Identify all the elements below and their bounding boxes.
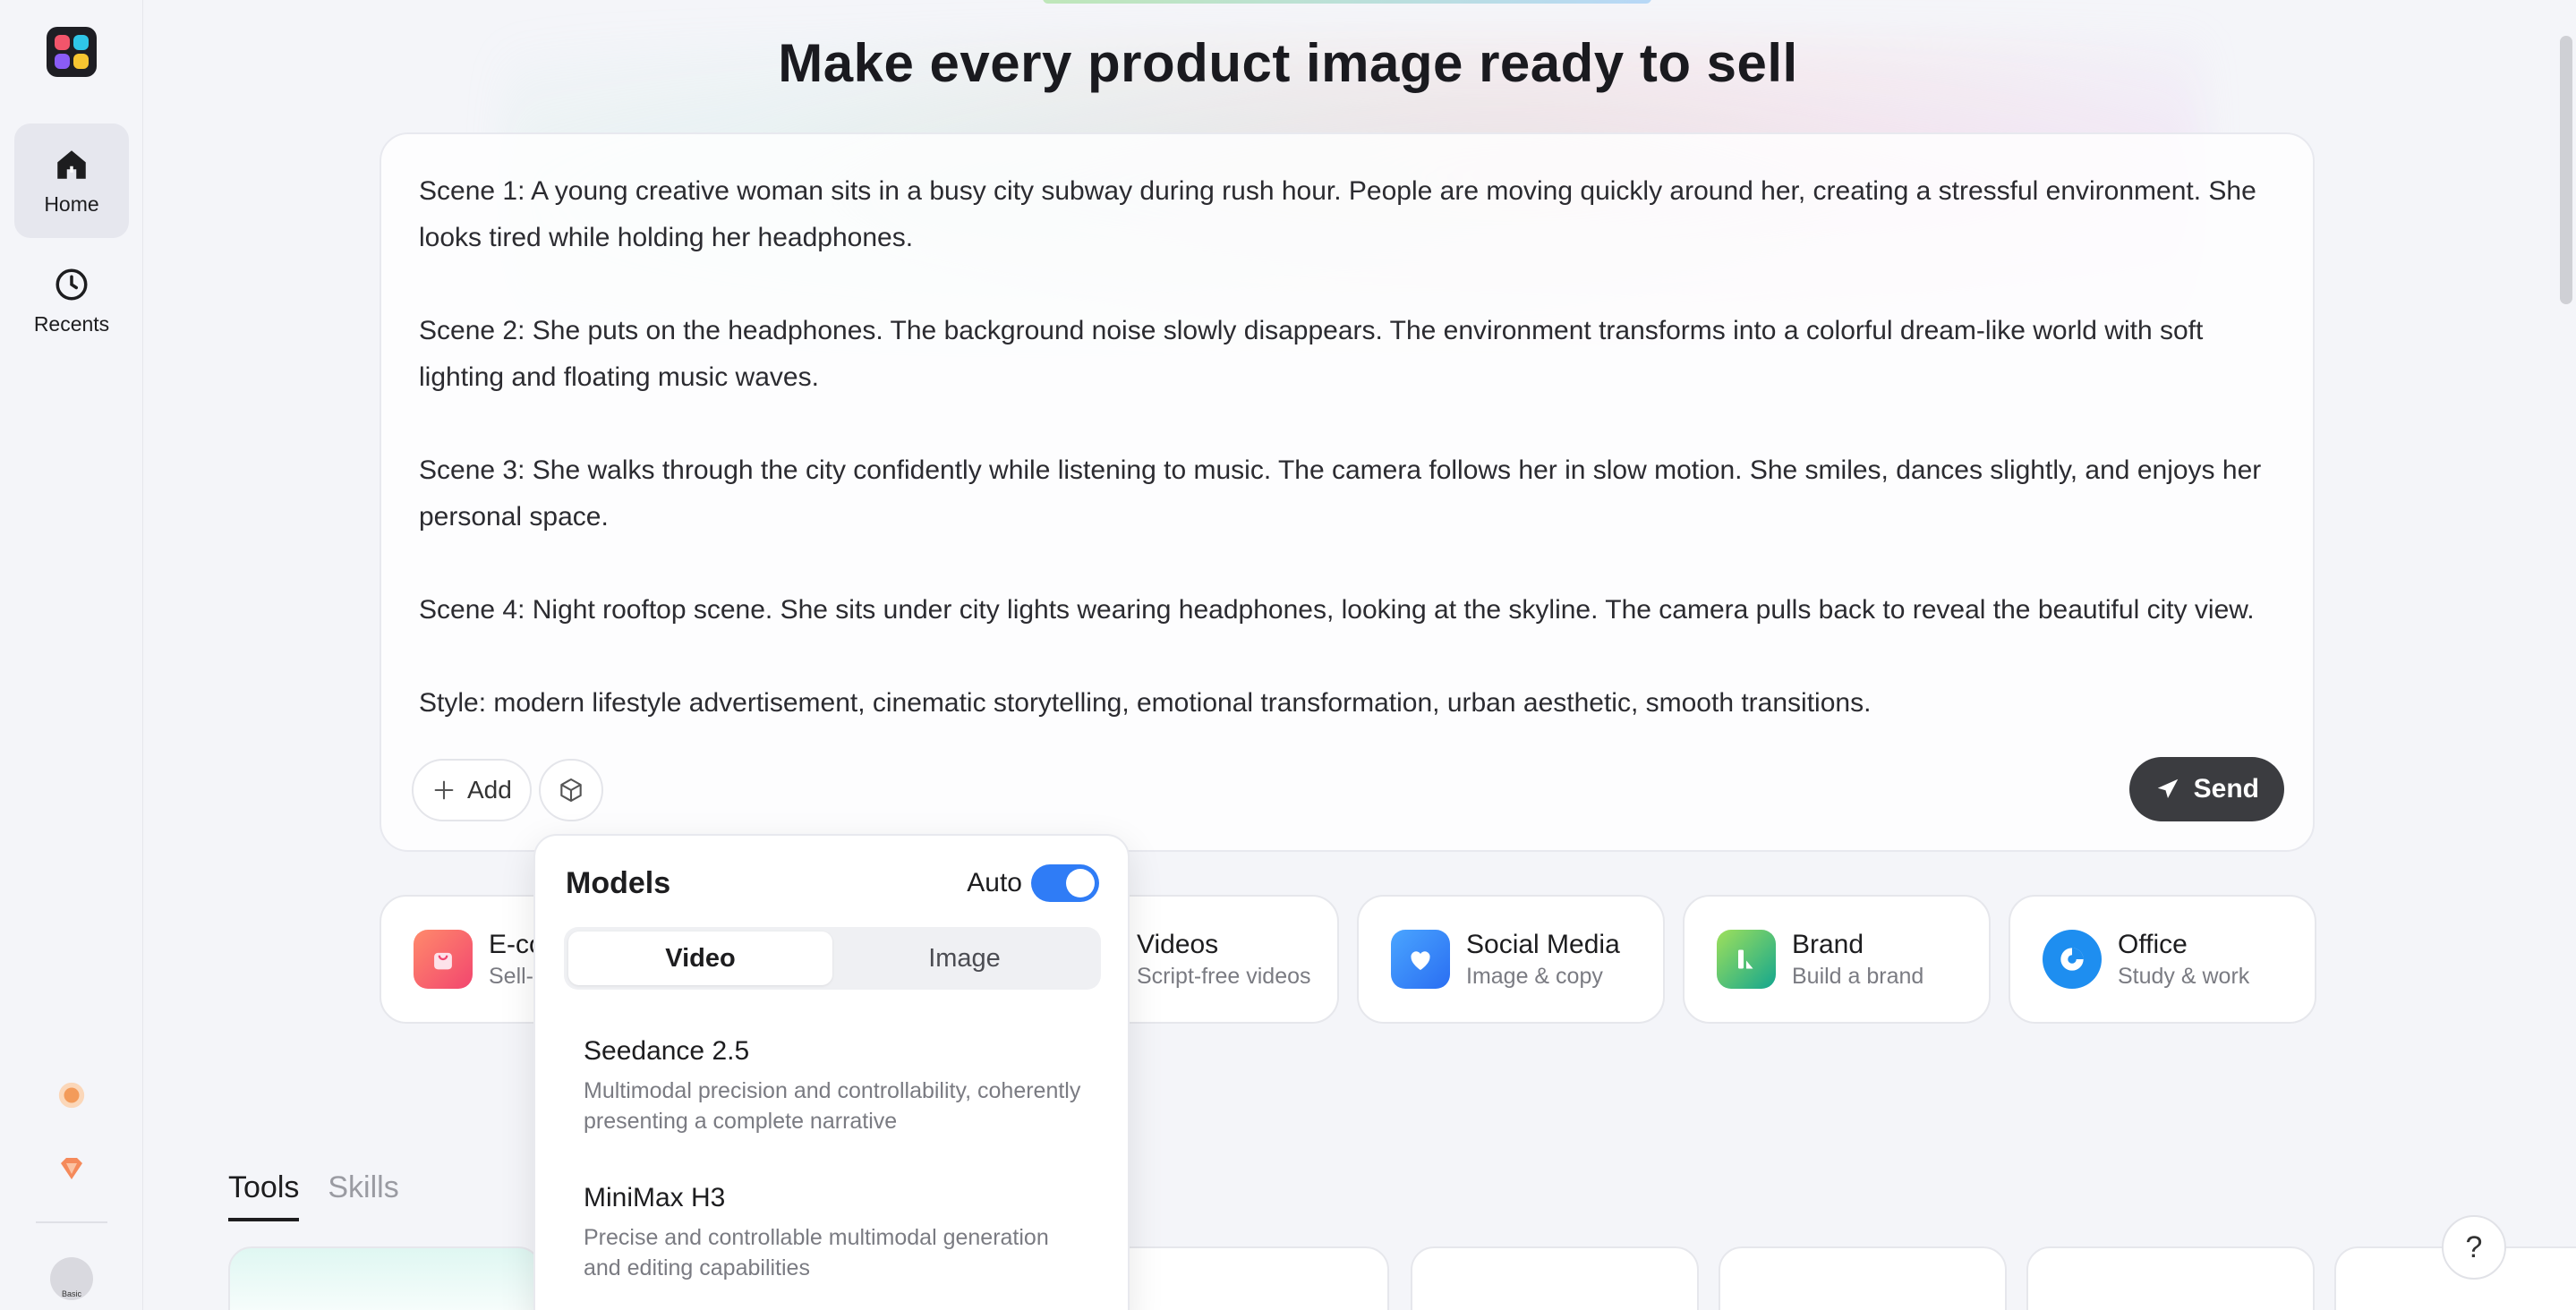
brand-icon xyxy=(1717,930,1776,989)
auto-toggle[interactable] xyxy=(1031,864,1099,902)
model-option-seedance[interactable]: Seedance 2.5 Multimodal precision and co… xyxy=(584,1036,1085,1136)
tab-skills[interactable]: Skills xyxy=(328,1170,398,1221)
prompt-card: Scene 1: A young creative woman sits in … xyxy=(380,132,2315,852)
tool-card[interactable] xyxy=(1719,1246,2007,1310)
top-banner xyxy=(1043,0,1651,4)
category-subtitle: Build a brand xyxy=(1792,963,1924,989)
avatar[interactable]: Basic xyxy=(50,1257,93,1300)
segment-video[interactable]: Video xyxy=(568,931,832,985)
models-title: Models xyxy=(566,866,671,900)
sidebar-item-home[interactable]: Home xyxy=(14,123,129,238)
shopping-bag-icon xyxy=(414,930,473,989)
model-name: MiniMax H3 xyxy=(584,1183,726,1212)
tool-card[interactable] xyxy=(1101,1246,1389,1310)
sidebar-item-recents[interactable]: Recents xyxy=(14,243,129,358)
category-subtitle: Image & copy xyxy=(1466,963,1603,989)
add-button-label: Add xyxy=(467,776,512,804)
model-description: Multimodal precision and controllability… xyxy=(584,1078,1081,1134)
home-icon xyxy=(57,149,86,179)
clock-icon xyxy=(55,268,88,300)
model-option-minimax[interactable]: MiniMax H3 Precise and controllable mult… xyxy=(584,1183,1085,1283)
media-type-segmented: Video Image xyxy=(564,927,1101,990)
models-dropdown: Models Auto Video Image Seedance 2.5 Mul… xyxy=(533,834,1130,1310)
tool-card[interactable] xyxy=(2026,1246,2315,1310)
tool-card[interactable] xyxy=(228,1246,542,1310)
sidebar-item-label: Home xyxy=(44,191,99,216)
category-subtitle: Study & work xyxy=(2118,963,2250,989)
sidebar-divider xyxy=(36,1221,107,1223)
tab-tools[interactable]: Tools xyxy=(228,1170,300,1221)
credits-icon[interactable] xyxy=(55,1079,88,1111)
send-button-label: Send xyxy=(2193,774,2259,804)
category-title: Office xyxy=(2118,929,2188,959)
segment-image[interactable]: Image xyxy=(832,931,1096,985)
model-name: Seedance 2.5 xyxy=(584,1036,750,1066)
category-title: Social Media xyxy=(1466,929,1620,959)
tool-card[interactable] xyxy=(1411,1246,1699,1310)
category-brand[interactable]: Brand Build a brand xyxy=(1683,895,1991,1024)
category-title: Brand xyxy=(1792,929,1864,959)
model-selector-button[interactable] xyxy=(539,759,603,821)
category-social-media[interactable]: Social Media Image & copy xyxy=(1357,895,1665,1024)
heart-chat-icon xyxy=(1391,930,1450,989)
category-subtitle: Script-free videos xyxy=(1137,963,1311,989)
category-office[interactable]: Office Study & work xyxy=(2009,895,2316,1024)
cube-icon xyxy=(560,778,582,803)
auto-toggle-group: Auto xyxy=(967,864,1099,902)
paper-plane-icon xyxy=(2157,778,2178,798)
page-scrollbar[interactable] xyxy=(2560,36,2572,304)
model-description: Precise and controllable multimodal gene… xyxy=(584,1225,1049,1280)
prompt-input[interactable]: Scene 1: A young creative woman sits in … xyxy=(419,168,2281,727)
help-button[interactable]: ? xyxy=(2442,1215,2506,1280)
diamond-icon[interactable] xyxy=(55,1153,88,1185)
sidebar-item-label: Recents xyxy=(33,311,110,336)
auto-label: Auto xyxy=(967,868,1022,897)
page-title: Make every product image ready to sell xyxy=(778,33,1798,93)
sidebar: Home Recents Basic xyxy=(0,0,143,1310)
add-button[interactable]: Add xyxy=(412,759,532,821)
avatar-badge: Basic xyxy=(61,1289,81,1298)
send-button[interactable]: Send xyxy=(2128,757,2284,821)
tools-tabs: Tools Skills xyxy=(228,1170,399,1221)
plus-icon xyxy=(434,780,454,800)
pie-chart-icon xyxy=(2043,930,2102,989)
category-title: Videos xyxy=(1137,929,1219,959)
